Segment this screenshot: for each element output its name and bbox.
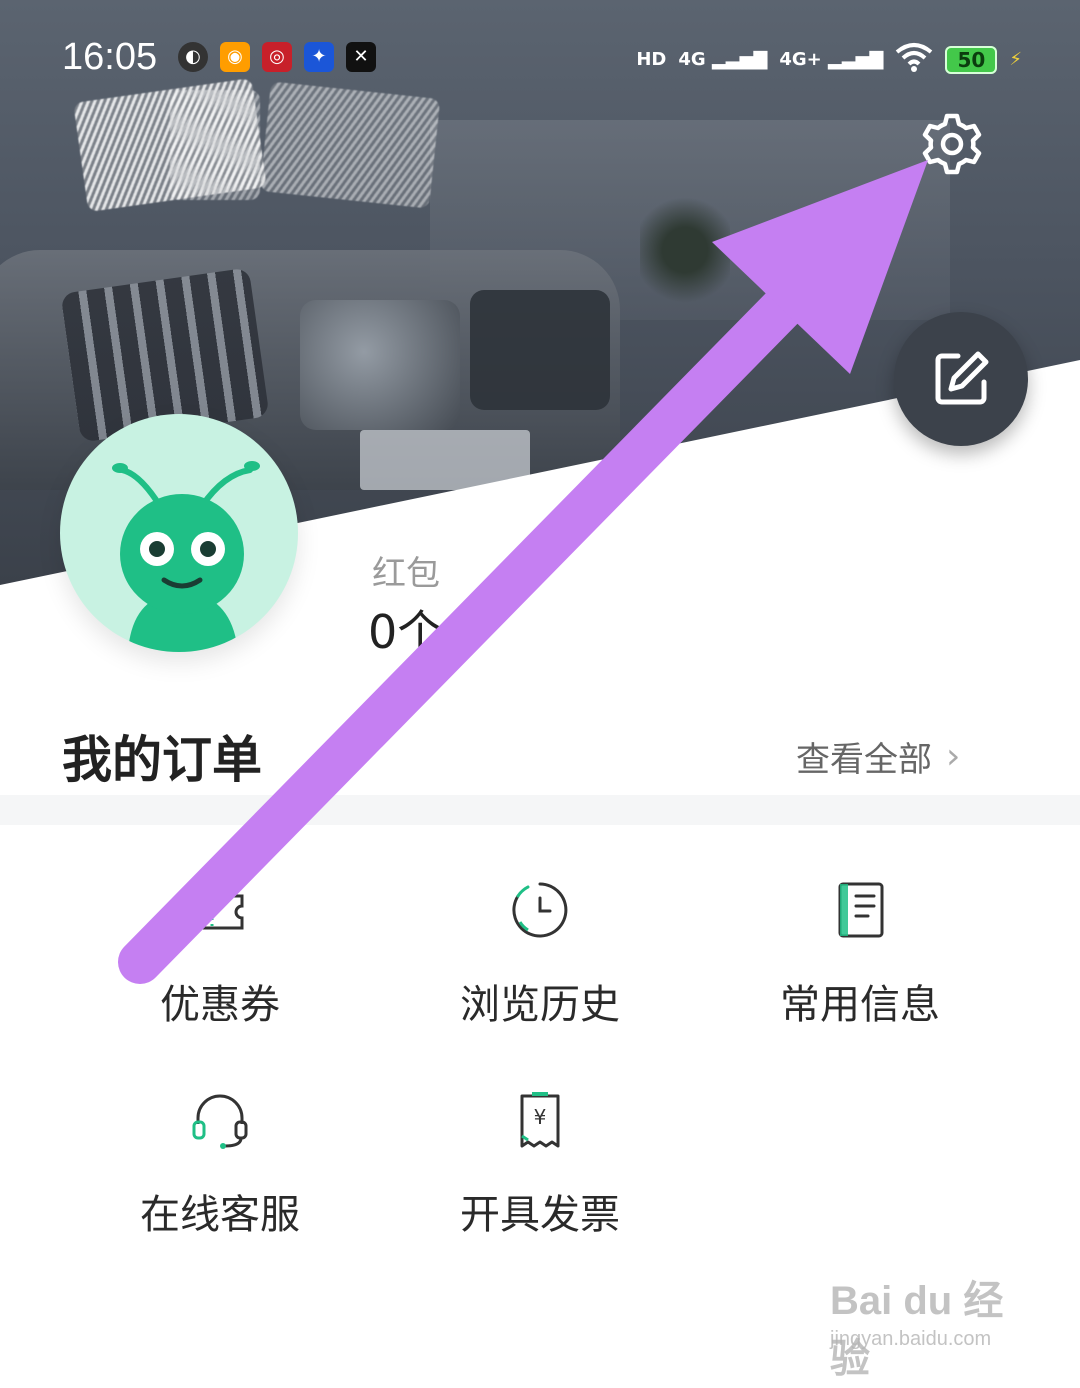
edit-icon — [935, 351, 989, 405]
grid-item-invoice[interactable]: ¥ 开具发票 — [360, 1088, 720, 1240]
redpack-count[interactable]: 0个 — [368, 596, 443, 662]
clock-icon — [512, 882, 568, 938]
redpack-label: 红包 — [372, 554, 440, 594]
browser-icon: ◐ — [178, 42, 208, 72]
grid-label: 在线客服 — [140, 1192, 300, 1238]
grid-item-history[interactable]: 浏览历史 — [360, 878, 720, 1030]
watermark-url: jingyan.baidu.com — [830, 1328, 992, 1350]
svg-text:¥: ¥ — [534, 1105, 547, 1129]
invoice-icon: ¥ — [520, 1092, 560, 1148]
coupon-icon — [196, 894, 244, 930]
grid-label: 常用信息 — [780, 982, 940, 1028]
grid-item-support[interactable]: 在线客服 — [40, 1088, 400, 1240]
grid-label: 优惠券 — [160, 982, 280, 1028]
view-all-orders-link[interactable]: 查看全部 › — [796, 732, 960, 781]
wifi-icon — [895, 42, 933, 77]
grid-label: 浏览历史 — [460, 982, 620, 1028]
weibo-icon: ◉ — [220, 42, 250, 72]
hd-indicator: HD — [636, 49, 667, 70]
grid-item-info[interactable]: 常用信息 — [680, 878, 1040, 1030]
grid-item-coupon[interactable]: 优惠券 — [40, 878, 400, 1030]
watermark-brand: Bai du 经验 — [830, 1279, 1004, 1381]
notebook-icon — [838, 882, 884, 938]
status-time: 16:05 — [62, 36, 158, 78]
pin-icon: ✦ — [304, 42, 334, 72]
baidu-jingyan-watermark: Bai du 经验 jingyan.baidu.com — [830, 1268, 1030, 1381]
orders-title: 我的订单 — [62, 731, 262, 789]
grid-label: 开具发票 — [460, 1192, 620, 1238]
status-bar: 16:05 ◐ ◉ ◎ ✦ ✕ HD 4G ▂▃▅▇ 4G+ ▂▃▅▇ 50 ⚡ — [0, 30, 1080, 90]
charging-icon: ⚡ — [1009, 49, 1022, 70]
settings-gear-icon[interactable] — [918, 110, 986, 178]
capcut-icon: ✕ — [346, 42, 376, 72]
section-divider — [0, 795, 1080, 825]
edit-profile-button[interactable] — [894, 312, 1028, 446]
chevron-right-icon: › — [946, 736, 961, 777]
avatar[interactable] — [60, 414, 298, 652]
signal-sim2-icon: 4G+ ▂▃▅▇ — [779, 49, 884, 70]
headset-icon — [192, 1094, 248, 1149]
signal-sim1-icon: 4G ▂▃▅▇ — [678, 49, 768, 70]
view-all-label: 查看全部 — [796, 740, 932, 780]
battery-icon: 50 — [945, 45, 998, 74]
bank-icon: ◎ — [262, 42, 292, 72]
